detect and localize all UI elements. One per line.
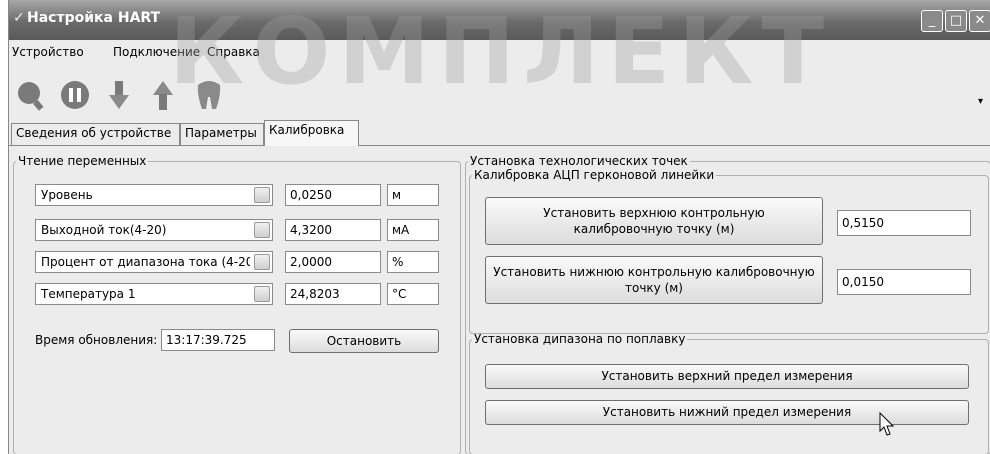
float-range-legend: Установка дипазона по поплавку: [474, 332, 686, 346]
variable-select-current[interactable]: Выходной ток(4-20): [35, 219, 273, 241]
main-window: ✓ Настройка HART _ □ ✕ КОМПЛЕКТ Устройст…: [8, 0, 990, 454]
variable-select-value: Выходной ток(4-20): [41, 223, 167, 237]
update-time-label: Время обновления:: [35, 333, 158, 347]
update-time-field[interactable]: 13:17:39.725: [161, 329, 275, 351]
close-button[interactable]: ✕: [969, 10, 990, 32]
pause-icon[interactable]: [59, 79, 91, 111]
menu-connection[interactable]: Подключение: [113, 45, 200, 59]
menu-bar: Устройство Подключение Справка: [9, 42, 990, 62]
upload-icon[interactable]: [147, 79, 179, 111]
window-title: Настройка HART: [27, 10, 161, 26]
chevron-down-icon[interactable]: [254, 254, 270, 270]
tab-bar: Сведения об устройстве Параметры Калибро…: [9, 120, 990, 146]
download-icon[interactable]: [103, 79, 135, 111]
unit-field-current[interactable]: мА: [387, 219, 439, 241]
reading-group-legend: Чтение переменных: [18, 154, 147, 168]
menu-help[interactable]: Справка: [207, 45, 260, 59]
maximize-button[interactable]: □: [945, 10, 967, 32]
float-range-group: Установка дипазона по поплавку: [469, 332, 989, 454]
stop-button[interactable]: Остановить: [289, 329, 439, 353]
title-bar[interactable]: ✓ Настройка HART _ □ ✕: [9, 0, 990, 40]
value-field-temperature[interactable]: 24,8203: [285, 283, 381, 305]
tech-points-legend: Установка технологических точек: [470, 154, 688, 168]
variable-select-value: Температура 1: [41, 287, 136, 301]
unit-field-temperature[interactable]: °C: [387, 283, 439, 305]
set-upper-range-button[interactable]: Установить верхний предел измерения: [485, 364, 969, 389]
value-field-percent[interactable]: 2,0000: [285, 251, 381, 273]
variable-select-percent[interactable]: Процент от диапазона тока (4-20: [35, 251, 273, 273]
app-icon: ✓: [13, 10, 25, 26]
search-icon[interactable]: [15, 79, 47, 111]
tab-device-info[interactable]: Сведения об устройстве: [11, 123, 180, 145]
set-lower-calibration-point-button[interactable]: Установить нижнюю контрольную калибровоч…: [485, 256, 823, 304]
tooth-icon[interactable]: [193, 79, 225, 111]
mouse-cursor-icon: [879, 412, 895, 436]
variable-select-temperature[interactable]: Температура 1: [35, 283, 273, 305]
unit-field-level[interactable]: м: [387, 184, 439, 206]
variable-select-level[interactable]: Уровень: [35, 184, 273, 206]
adc-calibration-legend: Калибровка АЦП герконовой линейки: [474, 168, 715, 182]
toolbar: ▾: [9, 74, 990, 118]
tab-parameters[interactable]: Параметры: [180, 123, 264, 145]
chevron-down-icon[interactable]: [254, 222, 270, 238]
calibration-panel: Чтение переменных Уровень 0,0250 м Выход…: [9, 145, 990, 454]
unit-field-percent[interactable]: %: [387, 251, 439, 273]
value-field-level[interactable]: 0,0250: [285, 184, 381, 206]
set-upper-calibration-point-button[interactable]: Установить верхнюю контрольную калиброво…: [485, 197, 823, 245]
chevron-down-icon[interactable]: [254, 187, 270, 203]
value-field-current[interactable]: 4,3200: [285, 219, 381, 241]
tab-calibration[interactable]: Калибровка: [264, 120, 359, 146]
minimize-button[interactable]: _: [921, 10, 943, 32]
lower-calibration-value-field[interactable]: 0,0150: [837, 269, 971, 295]
chevron-down-icon[interactable]: [254, 286, 270, 302]
toolbar-overflow-icon[interactable]: ▾: [978, 96, 983, 107]
upper-calibration-value-field[interactable]: 0,5150: [837, 210, 971, 236]
adc-calibration-group: Калибровка АЦП герконовой линейки: [469, 168, 989, 334]
variable-select-value: Процент от диапазона тока (4-20: [41, 255, 250, 269]
menu-device[interactable]: Устройство: [12, 45, 84, 59]
variable-select-value: Уровень: [41, 188, 93, 202]
